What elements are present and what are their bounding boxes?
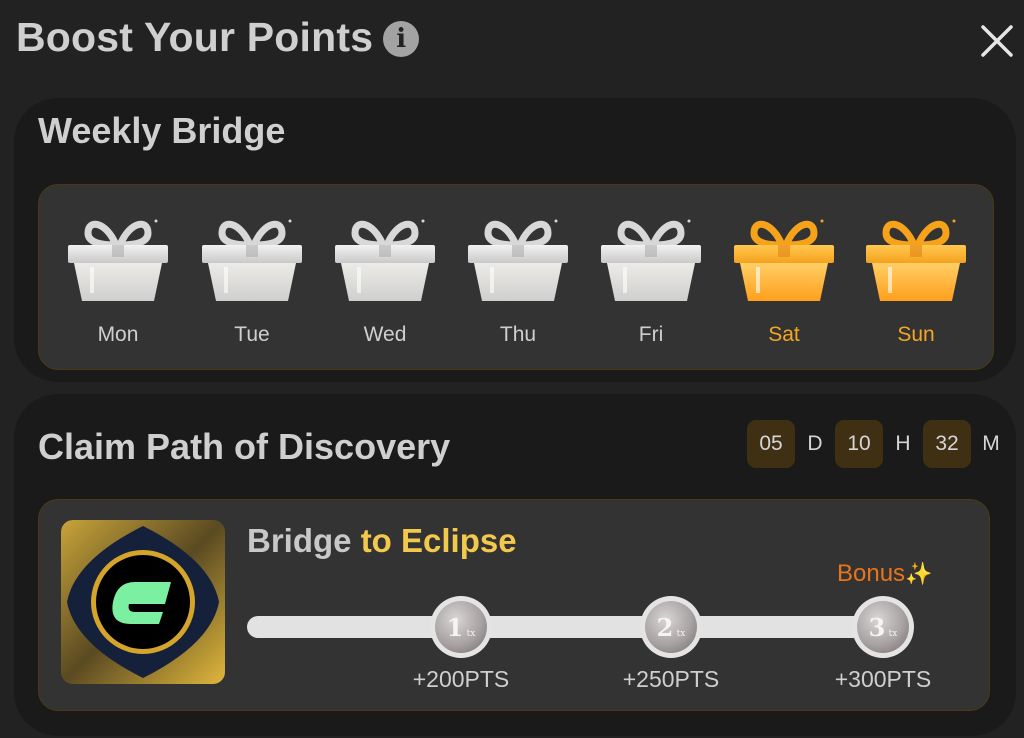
day-item[interactable]: Wed <box>330 215 440 347</box>
day-item[interactable]: Thu <box>463 215 573 347</box>
gift-box-silver-icon <box>68 219 168 301</box>
milestone-reward: +300PTS <box>834 666 932 692</box>
weekly-bridge-panel: Weekly Bridge Mon Tue Wed Thu Fri Sat Su… <box>14 98 1016 382</box>
day-label: Sun <box>897 323 935 346</box>
countdown-minutes-unit: M <box>982 432 1000 455</box>
countdown-hours-unit: H <box>895 432 911 455</box>
countdown-minutes: 32 <box>923 420 971 468</box>
day-label: Mon <box>97 323 139 346</box>
day-item[interactable]: Sat <box>729 215 839 347</box>
discovery-title: Claim Path of Discovery <box>38 426 451 467</box>
day-label: Sat <box>768 323 800 346</box>
eclipse-logo-icon <box>61 520 225 684</box>
milestone-coin[interactable]: 3 tx <box>851 595 915 659</box>
task-title-action: Bridge <box>247 522 352 559</box>
close-icon <box>981 25 1013 57</box>
discovery-panel: Claim Path of Discovery 05 D 10 H 32 M B… <box>14 394 1016 736</box>
silver-coin-icon: 3 tx <box>852 596 914 658</box>
progress-track <box>247 616 907 638</box>
weekly-days-row: Mon Tue Wed Thu Fri Sat Sun <box>38 184 994 370</box>
day-label: Tue <box>234 323 270 346</box>
day-item[interactable]: Fri <box>596 215 706 347</box>
silver-coin-icon: 1 tx <box>430 596 492 658</box>
day-label: Fri <box>638 323 664 346</box>
weekly-bridge-title: Weekly Bridge <box>38 110 286 151</box>
close-button[interactable] <box>978 22 1016 60</box>
task-title-target: to Eclipse <box>360 522 517 559</box>
gift-box-silver-icon <box>468 219 568 301</box>
gift-box-gold-icon <box>734 219 834 301</box>
day-label: Thu <box>499 323 537 346</box>
milestone-number: 2 <box>657 613 674 642</box>
gift-box-gold-icon <box>866 219 966 301</box>
bonus-text: Bonus <box>837 560 906 587</box>
countdown-days-unit: D <box>807 432 823 455</box>
day-label: Wed <box>363 323 407 346</box>
page-title: Boost Your Points i <box>16 14 420 61</box>
milestone-suffix: tx <box>677 629 686 639</box>
silver-coin-icon: 2 tx <box>640 596 702 658</box>
task-title: Bridge to Eclipse <box>247 522 517 560</box>
countdown-days: 05 <box>747 420 795 468</box>
sparkle-icon: ✨ <box>905 561 933 586</box>
milestone-coin[interactable]: 1 tx <box>429 595 493 659</box>
info-icon[interactable]: i <box>383 20 420 57</box>
page-title-text: Boost Your Points <box>16 14 374 60</box>
milestone-number: 3 <box>869 613 886 642</box>
milestone-coin[interactable]: 2 tx <box>639 595 703 659</box>
day-item[interactable]: Sun <box>861 215 971 347</box>
milestone-number: 1 <box>447 613 464 642</box>
milestone-reward: +200PTS <box>412 666 510 692</box>
gift-box-silver-icon <box>601 219 701 301</box>
task-card[interactable]: Bridge to Eclipse Bonus✨ 1 tx +200PTS 2 … <box>38 499 990 711</box>
milestone-suffix: tx <box>467 629 476 639</box>
countdown-hours: 10 <box>835 420 883 468</box>
bonus-label: Bonus✨ <box>837 560 932 588</box>
gift-box-silver-icon <box>202 219 302 301</box>
day-item[interactable]: Tue <box>197 215 307 347</box>
day-item[interactable]: Mon <box>63 215 173 347</box>
milestone-reward: +250PTS <box>622 666 720 692</box>
countdown-timer: 05 D 10 H 32 M <box>747 420 1001 468</box>
milestone-suffix: tx <box>889 629 898 639</box>
gift-box-silver-icon <box>335 219 435 301</box>
